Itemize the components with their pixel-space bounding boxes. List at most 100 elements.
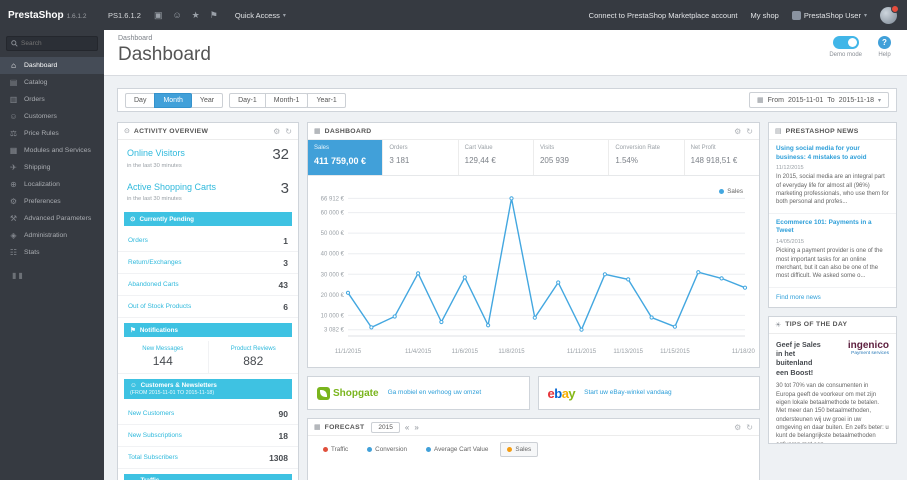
legend-label: Sales	[727, 188, 743, 195]
breadcrumb[interactable]: Dashboard	[118, 35, 895, 42]
kpi-conversion-rate[interactable]: Conversion Rate 1.54%	[609, 140, 685, 175]
range-button-group: Day Month Year	[125, 92, 224, 108]
customers-quick-icon[interactable]: ☺	[172, 10, 181, 20]
sidebar-item-orders[interactable]: ▥ Orders	[0, 91, 104, 108]
filter-month-button[interactable]: Month	[154, 92, 192, 108]
kpi-orders[interactable]: Orders 3 181	[383, 140, 459, 175]
gear-icon[interactable]: ⚙	[734, 127, 741, 136]
shop-icon[interactable]: ▣	[154, 10, 163, 21]
sidebar-item-catalog[interactable]: ▤ Catalog	[0, 74, 104, 91]
pending-orders-link[interactable]: Orders	[128, 237, 148, 244]
sidebar-item-label: Price Rules	[24, 130, 59, 137]
find-more-news-link[interactable]: Find more news	[769, 288, 896, 307]
sidebar-item-stats[interactable]: ☷ Stats	[0, 244, 104, 261]
gear-icon[interactable]: ⚙	[273, 127, 280, 136]
sidebar-item-advanced-parameters[interactable]: ⚒ Advanced Parameters	[0, 210, 104, 227]
sidebar-item-preferences[interactable]: ⚙ Preferences	[0, 193, 104, 210]
brand-version: 1.6.1.2	[66, 12, 87, 20]
kpi-cart-value-label: Cart Value	[464, 145, 493, 151]
kpi-visits[interactable]: Visits 205 939	[534, 140, 610, 175]
new-customers-link[interactable]: New Customers	[128, 410, 174, 417]
sidebar-item-modules[interactable]: ▦ Modules and Services	[0, 142, 104, 159]
home-icon: ⌂	[11, 61, 16, 70]
kpi-cart-value[interactable]: Cart Value 129,44 €	[459, 140, 534, 175]
sidebar-collapse-button[interactable]: ▮▮	[0, 261, 104, 280]
filter-year-button[interactable]: Year	[190, 92, 224, 108]
topbar-right: Connect to PrestaShop Marketplace accoun…	[589, 4, 907, 24]
abandoned-carts-link[interactable]: Abandoned Carts	[128, 281, 179, 288]
sidebar-item-localization[interactable]: ⊕ Localization	[0, 176, 104, 193]
demo-mode-toggle[interactable]	[832, 36, 859, 49]
total-subscribers-link[interactable]: Total Subscribers	[128, 454, 178, 461]
gear-icon[interactable]: ⚙	[734, 423, 741, 432]
filter-day-1-button[interactable]: Day-1	[229, 92, 266, 108]
date-from-value: 2015-11-01	[787, 96, 824, 104]
sidebar-item-dashboard[interactable]: ⌂ Dashboard	[0, 57, 104, 74]
forecast-prev-button[interactable]: «	[405, 423, 409, 432]
online-visitors-link[interactable]: Online Visitors	[127, 148, 185, 158]
ebay-ad-link[interactable]: Start uw eBay-winkel vandaag	[584, 389, 671, 397]
forecast-toggle-conversion[interactable]: Conversion	[360, 442, 414, 457]
svg-text:10 000 €: 10 000 €	[321, 313, 345, 319]
sidebar-item-administration[interactable]: ◈ Administration	[0, 227, 104, 244]
marketplace-connect-link[interactable]: Connect to PrestaShop Marketplace accoun…	[589, 11, 738, 20]
new-subscriptions-link[interactable]: New Subscriptions	[128, 432, 182, 439]
active-carts-subtext: in the last 30 minutes	[127, 196, 182, 202]
tips-heading-link[interactable]: Geef je Sales in het buitenland een Boos…	[776, 340, 822, 377]
forecast-toggle-sales[interactable]: Sales	[500, 442, 539, 457]
date-range-picker[interactable]: ▦ From 2015-11-01 To 2015-11-18 ▾	[749, 92, 889, 108]
svg-text:20 000 €: 20 000 €	[321, 293, 345, 299]
shopgate-ad[interactable]: Shopgate Ga mobiel en verhoog uw omzet	[307, 376, 530, 410]
flag-icon[interactable]: ⚑	[210, 10, 218, 21]
help-icon[interactable]: ?	[878, 36, 891, 49]
forecast-toggle-traffic[interactable]: Traffic	[316, 442, 355, 457]
pending-returns-link[interactable]: Return/Exchanges	[128, 259, 181, 266]
kpi-orders-label: Orders	[389, 145, 408, 151]
refresh-icon[interactable]: ↻	[285, 127, 292, 136]
filter-day-button[interactable]: Day	[125, 92, 156, 108]
ingenico-subtext: Payment services	[851, 350, 889, 356]
sidebar-item-label: Advanced Parameters	[24, 215, 92, 222]
user-menu[interactable]: PrestaShop User ▾	[791, 10, 867, 20]
active-carts-link[interactable]: Active Shopping Carts	[127, 182, 216, 192]
svg-text:3 082 €: 3 082 €	[324, 328, 345, 334]
online-visitors-row: Online Visitors 32	[118, 140, 298, 163]
kpi-sales[interactable]: Sales 411 759,00 €	[308, 140, 384, 175]
currently-pending-header: ⊙ Currently Pending	[124, 212, 292, 226]
news-item-title-link[interactable]: Ecommerce 101: Payments in a Tweet	[776, 219, 889, 236]
refresh-icon[interactable]: ↻	[746, 127, 753, 136]
sidebar-item-price-rules[interactable]: ⚖ Price Rules	[0, 125, 104, 142]
prev-range-button-group: Day-1 Month-1 Year-1	[229, 92, 346, 108]
new-messages-cell[interactable]: New Messages 144	[118, 341, 208, 373]
ebay-logo: ebay	[548, 386, 576, 401]
forecast-toggle-average-cart-value[interactable]: Average Cart Value	[419, 442, 495, 457]
sun-icon: ☀	[775, 321, 782, 329]
kpi-net-profit[interactable]: Net Profit 148 918,51 €	[685, 140, 759, 175]
news-item-date: 11/12/2015	[776, 165, 804, 172]
sidebar-search[interactable]	[6, 36, 98, 51]
out-of-stock-link[interactable]: Out of Stock Products	[128, 303, 191, 310]
search-input[interactable]	[21, 40, 91, 47]
tips-panel-title: TIPS OF THE DAY	[785, 321, 848, 329]
star-icon[interactable]: ★	[192, 10, 200, 21]
my-shop-link[interactable]: My shop	[751, 11, 779, 20]
product-reviews-cell[interactable]: Product Reviews 882	[207, 341, 299, 373]
quick-access-menu[interactable]: Quick Access ▾	[235, 11, 286, 20]
notification-avatar[interactable]	[880, 4, 899, 24]
refresh-icon[interactable]: ↻	[746, 423, 753, 432]
version-badge: PS1.6.1.2	[108, 10, 141, 20]
filter-year-1-button[interactable]: Year-1	[307, 92, 346, 108]
app-logo[interactable]: PrestaShop 1.6.1.2	[0, 10, 104, 21]
sidebar-item-shipping[interactable]: ✈ Shipping	[0, 159, 104, 176]
pending-returns-value: 3	[283, 257, 288, 268]
shopgate-ad-link[interactable]: Ga mobiel en verhoog uw omzet	[388, 389, 482, 397]
forecast-year-select[interactable]: 2015	[371, 421, 400, 433]
forecast-next-button[interactable]: »	[414, 423, 418, 432]
ingenico-logo[interactable]: ingenico Payment services	[827, 340, 889, 377]
traffic-header: → Traffic (FROM 2015-11-01 TO 2015-11-18…	[124, 474, 292, 480]
sidebar-item-customers[interactable]: ☺ Customers	[0, 108, 104, 125]
filter-month-1-button[interactable]: Month-1	[264, 92, 309, 108]
news-item-title-link[interactable]: Using social media for your business: 4 …	[776, 145, 889, 162]
clock-icon: ⊙	[124, 128, 130, 135]
ebay-ad[interactable]: ebay Start uw eBay-winkel vandaag	[537, 376, 760, 410]
